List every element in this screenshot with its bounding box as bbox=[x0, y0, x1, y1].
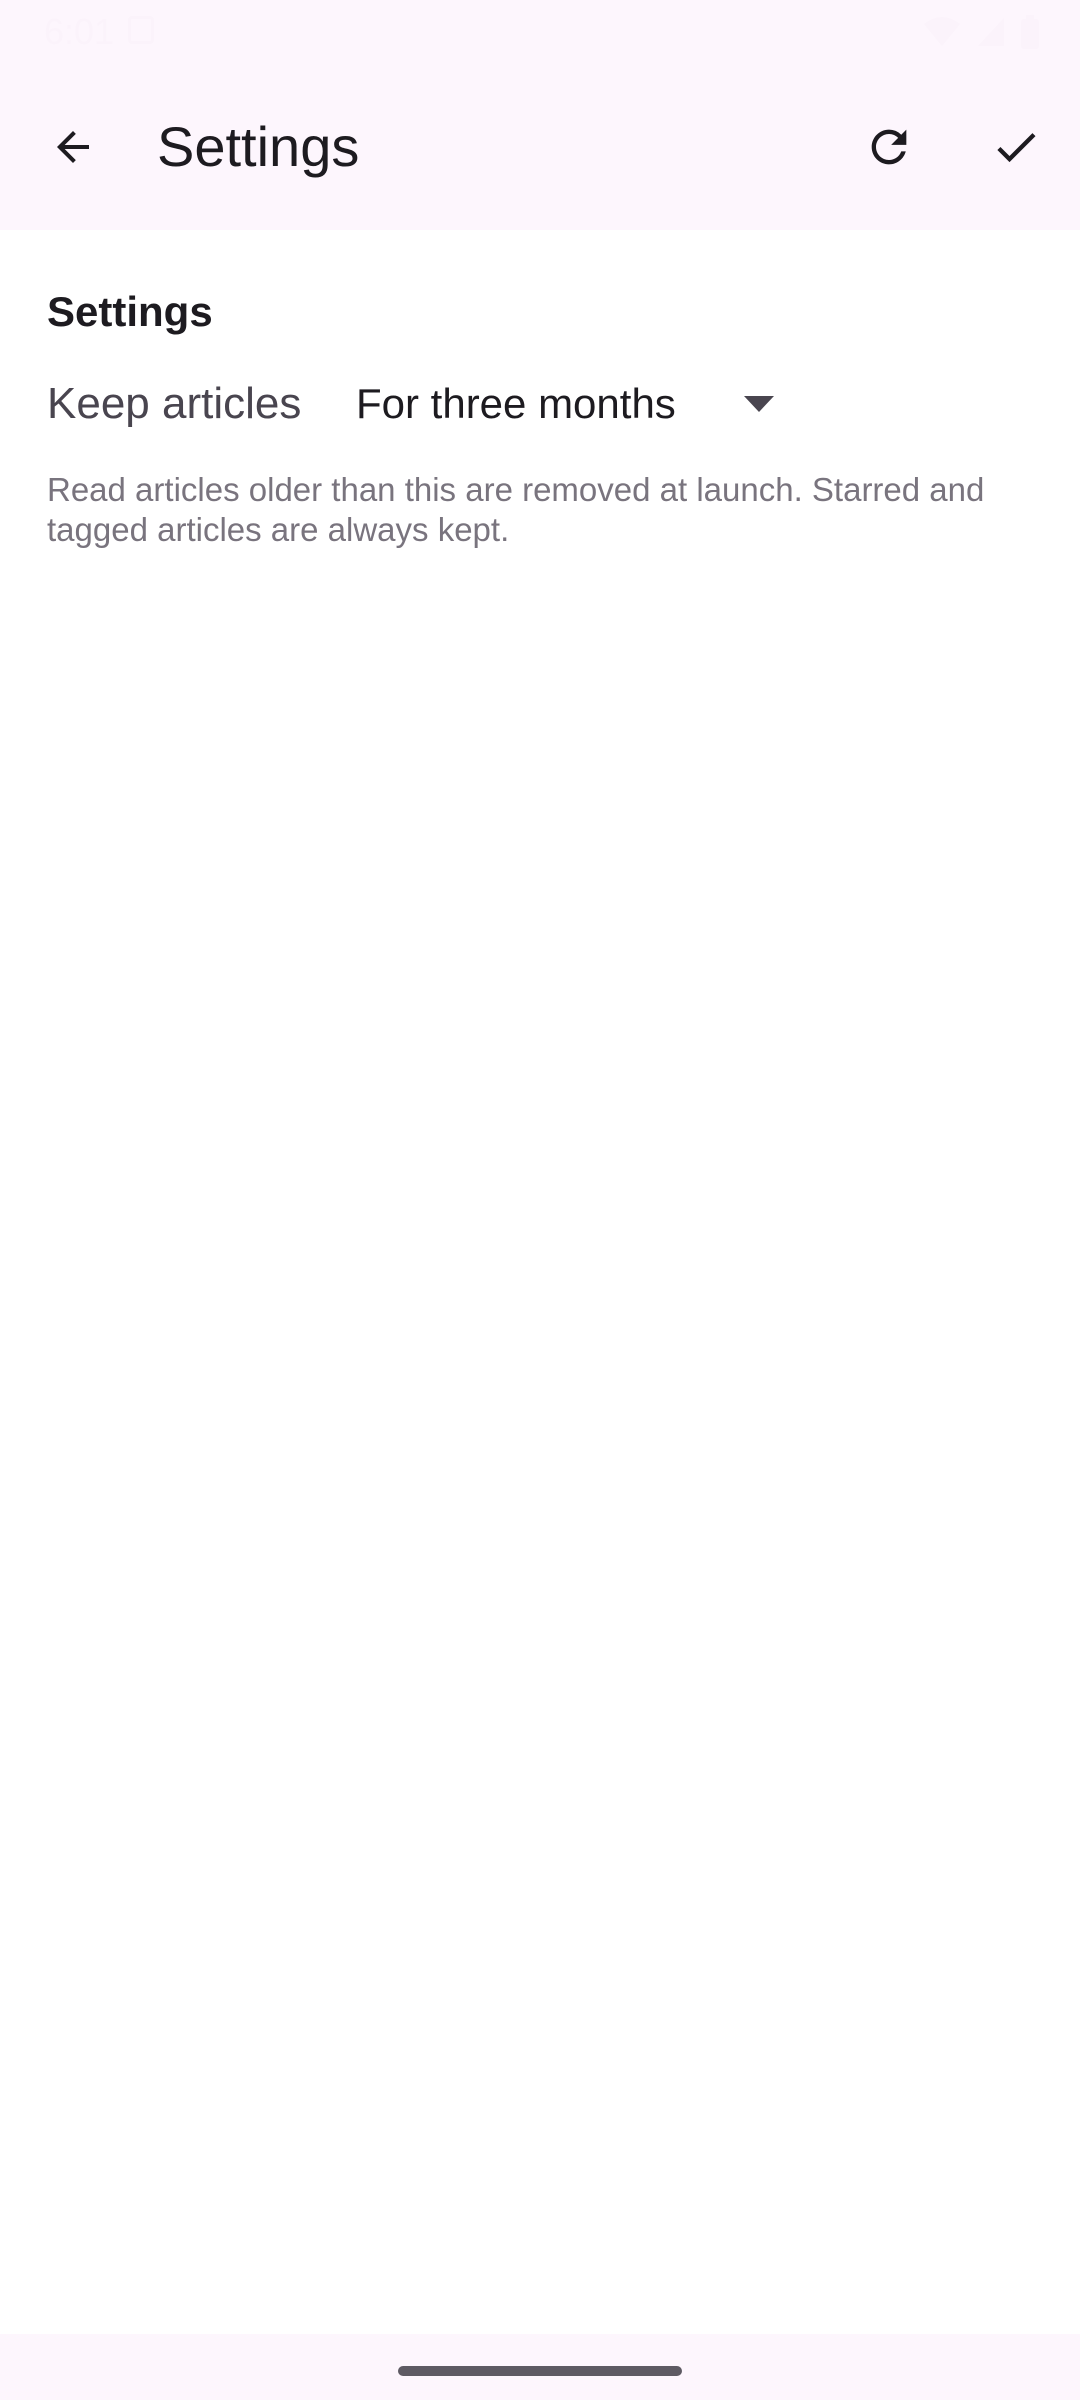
section-title: Settings bbox=[47, 288, 213, 335]
dropdown-arrow-icon bbox=[744, 396, 774, 412]
status-icons bbox=[922, 14, 1040, 50]
page-title: Settings bbox=[157, 115, 360, 178]
arrow-back-icon bbox=[57, 131, 89, 163]
keep-articles-dropdown[interactable]: For three months bbox=[338, 364, 798, 444]
check-icon bbox=[997, 133, 1036, 163]
back-button[interactable] bbox=[18, 64, 128, 230]
screenshot-notification-icon bbox=[128, 16, 154, 44]
refresh-button[interactable] bbox=[834, 64, 944, 230]
status-time: 6:01 bbox=[44, 11, 115, 52]
signal-icon bbox=[978, 18, 1004, 46]
keep-articles-label: Keep articles bbox=[47, 379, 302, 428]
navigation-bar bbox=[0, 2334, 1080, 2400]
keep-articles-help-text: Read articles older than this are remove… bbox=[47, 471, 985, 548]
gesture-handle[interactable] bbox=[398, 2366, 682, 2376]
keep-articles-selected-value: For three months bbox=[356, 380, 676, 427]
status-bar: 6:01 bbox=[0, 0, 1080, 64]
save-button[interactable] bbox=[961, 64, 1071, 230]
app-bar: Settings bbox=[0, 64, 1080, 230]
battery-icon bbox=[1021, 15, 1039, 49]
wifi-icon bbox=[924, 17, 960, 46]
refresh-icon bbox=[871, 129, 907, 165]
